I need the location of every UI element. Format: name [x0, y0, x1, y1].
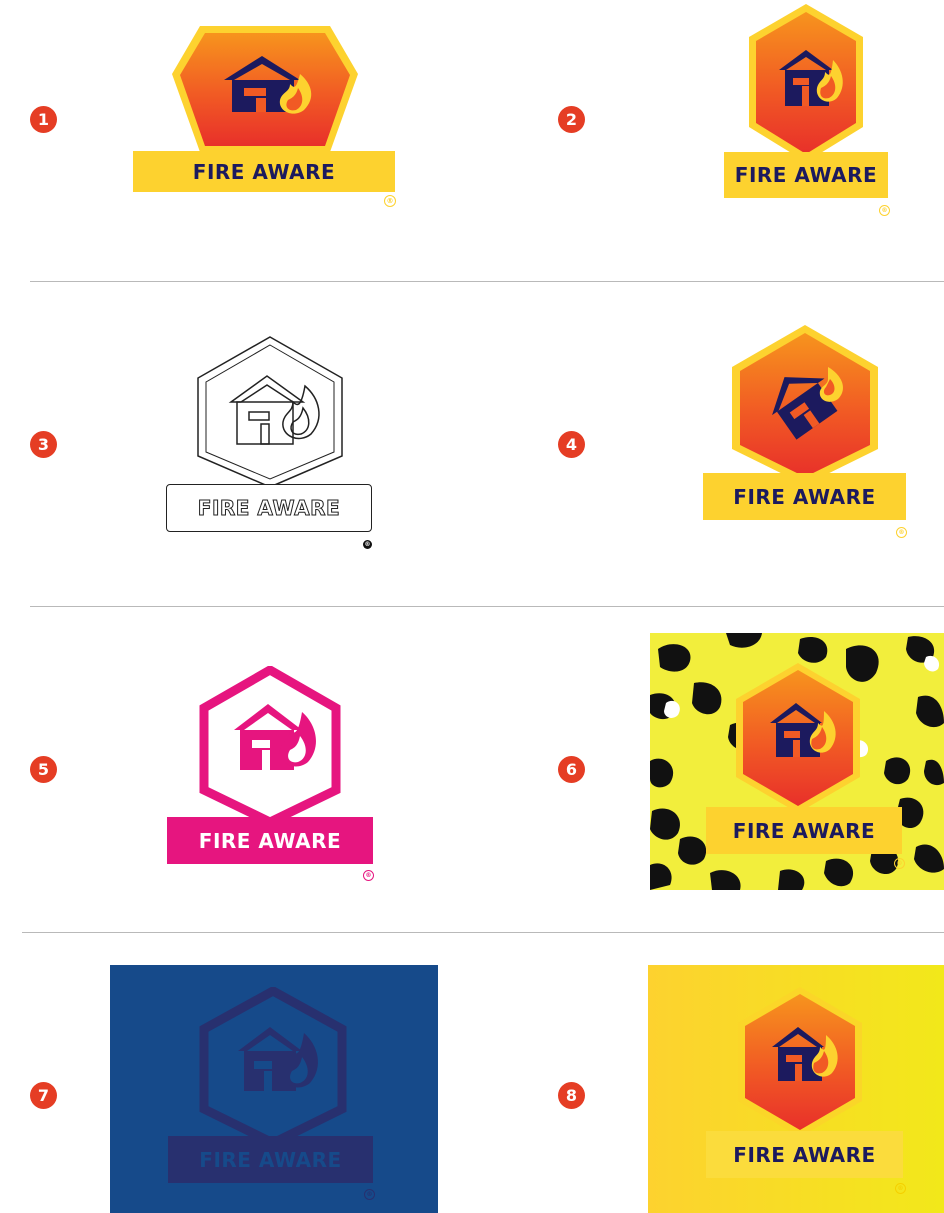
- fire-aware-logo-4: [732, 325, 878, 485]
- variant-number-6: 6: [558, 756, 585, 783]
- variant-number-2: 2: [558, 106, 585, 133]
- row-divider-2: [30, 606, 944, 607]
- wordmark-3: FIRE AWARE: [166, 484, 372, 532]
- registered-mark-3: ®: [363, 540, 372, 549]
- wordmark-4: FIRE AWARE: [703, 473, 906, 520]
- fire-aware-logo-5: [199, 666, 341, 826]
- hexagon-badge-icon: [197, 336, 343, 488]
- house-icon: [228, 375, 306, 445]
- leopard-background-panel: FIRE AWARE ®: [650, 633, 944, 890]
- wordmark-8: FIRE AWARE: [706, 1131, 903, 1178]
- variant-number-7: 7: [30, 1082, 57, 1109]
- fire-aware-logo-3: [197, 336, 343, 488]
- registered-mark-7: ®: [364, 1189, 375, 1200]
- registered-mark-2: ®: [879, 205, 890, 216]
- registered-mark-8: ®: [895, 1183, 906, 1194]
- registered-mark-6: ®: [894, 858, 905, 869]
- flame-icon: [282, 384, 320, 440]
- wordmark-5: FIRE AWARE: [167, 817, 373, 864]
- wordmark-2: FIRE AWARE: [724, 152, 888, 198]
- blue-background-panel: FIRE AWARE ®: [110, 965, 438, 1213]
- variant-number-4: 4: [558, 431, 585, 458]
- fire-aware-logo-1: [172, 26, 358, 152]
- registered-mark-1: ®: [384, 195, 396, 207]
- fire-aware-logo-2: [749, 4, 863, 162]
- fire-aware-logo-7: [199, 987, 347, 1147]
- variant-number-3: 3: [30, 431, 57, 458]
- yellow-background-panel: FIRE AWARE ®: [648, 965, 944, 1213]
- wordmark-7: FIRE AWARE: [168, 1136, 373, 1183]
- fire-aware-logo-8: [738, 987, 862, 1137]
- registered-mark-5: ®: [363, 870, 374, 881]
- wordmark-6: FIRE AWARE: [706, 807, 902, 854]
- registered-mark-4: ®: [896, 527, 907, 538]
- wordmark-1: FIRE AWARE: [133, 151, 395, 192]
- variant-number-1: 1: [30, 106, 57, 133]
- variant-number-8: 8: [558, 1082, 585, 1109]
- row-divider-1: [30, 281, 944, 282]
- variant-number-5: 5: [30, 756, 57, 783]
- fire-aware-logo-6: [736, 663, 860, 813]
- row-divider-3: [22, 932, 944, 933]
